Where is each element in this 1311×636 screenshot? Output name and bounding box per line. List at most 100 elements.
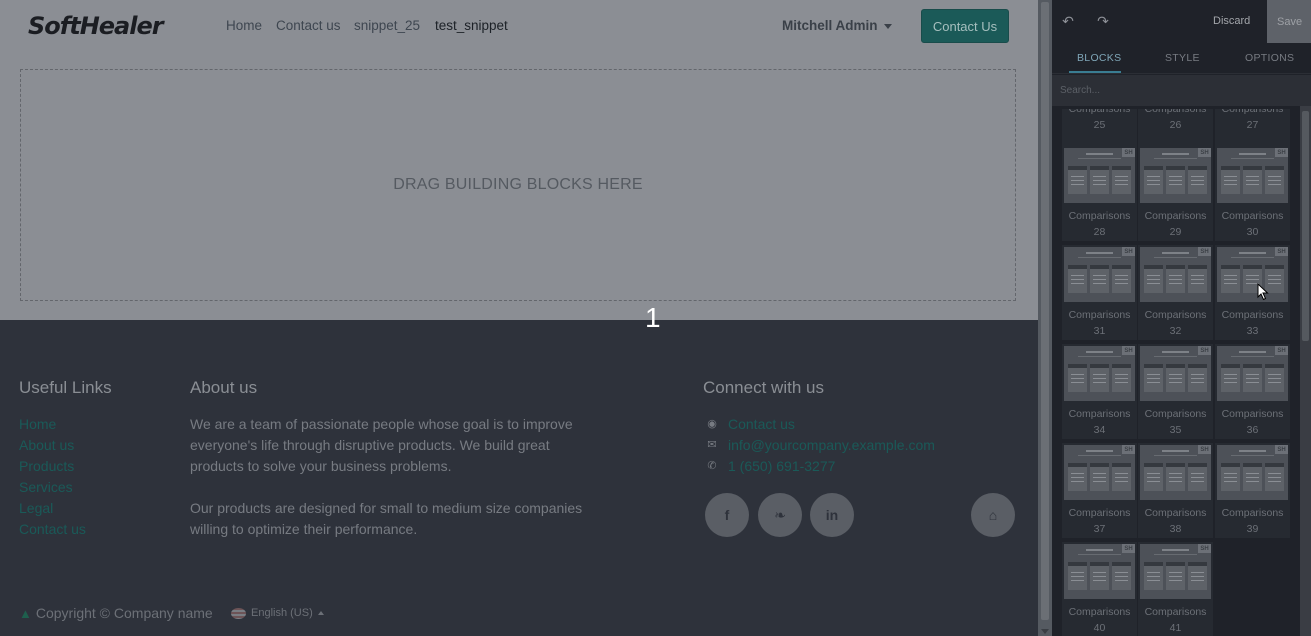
snippet-label: Comparisons 32 bbox=[1138, 307, 1213, 339]
drop-zone[interactable]: DRAG BUILDING BLOCKS HERE bbox=[20, 69, 1016, 301]
snippet-label-number: 28 bbox=[1093, 226, 1106, 238]
snippet-comparisons-29[interactable]: SH Comparisons 29 bbox=[1138, 146, 1213, 241]
nav-link-contact-us[interactable]: Contact us bbox=[276, 18, 341, 33]
undo-icon[interactable]: ↶ bbox=[1060, 13, 1076, 29]
snippet-label-number: 27 bbox=[1246, 119, 1259, 131]
snippet-badge: SH bbox=[1198, 148, 1211, 157]
snippet-comparisons-32[interactable]: SH Comparisons 32 bbox=[1138, 245, 1213, 340]
snippet-comparisons-35[interactable]: SH Comparisons 35 bbox=[1138, 344, 1213, 439]
company-logo[interactable]: SoftHealer bbox=[28, 12, 164, 40]
snippet-label: Comparisons 28 bbox=[1062, 208, 1137, 240]
connect-phone-link[interactable]: 1 (650) 691-3277 bbox=[728, 456, 835, 477]
snippet-label-number: 37 bbox=[1093, 523, 1106, 535]
nav-link-home[interactable]: Home bbox=[226, 18, 262, 33]
snippet-label: Comparisons 35 bbox=[1138, 406, 1213, 438]
snippet-badge: SH bbox=[1275, 148, 1288, 157]
footer-link-products[interactable]: Products bbox=[19, 456, 86, 477]
connect-email[interactable]: ✉ info@yourcompany.example.com bbox=[705, 435, 935, 456]
website-preview: SoftHealer Home Contact us snippet_25 te… bbox=[0, 0, 1038, 636]
editor-toolbar: ↶ ↷ Discard Save bbox=[1052, 0, 1311, 43]
snippet-label-number: 26 bbox=[1169, 119, 1182, 131]
snippet-thumbnail: SH bbox=[1140, 346, 1211, 401]
facebook-icon[interactable]: f bbox=[705, 493, 749, 537]
snippet-label-prefix: Comparisons bbox=[1221, 210, 1284, 222]
snippet-comparisons-34[interactable]: SH Comparisons 34 bbox=[1062, 344, 1137, 439]
snippet-thumbnail: SH bbox=[1064, 346, 1135, 401]
footer-link-about-us[interactable]: About us bbox=[19, 435, 86, 456]
footer-link-home[interactable]: Home bbox=[19, 414, 86, 435]
snippet-label-number: 40 bbox=[1093, 622, 1106, 634]
snippet-label-prefix: Comparisons bbox=[1068, 606, 1131, 618]
snippet-comparisons-38[interactable]: SH Comparisons 38 bbox=[1138, 443, 1213, 538]
panel-scrollbar[interactable] bbox=[1300, 106, 1311, 636]
footer-link-services[interactable]: Services bbox=[19, 477, 86, 498]
nav-link-test-snippet[interactable]: test_snippet bbox=[435, 18, 508, 33]
snippet-comparisons-30[interactable]: SH Comparisons 30 bbox=[1215, 146, 1290, 241]
snippet-label: Comparisons 41 bbox=[1138, 604, 1213, 636]
snippet-comparisons-41[interactable]: SH Comparisons 41 bbox=[1138, 542, 1213, 636]
snippet-comparisons-37[interactable]: SH Comparisons 37 bbox=[1062, 443, 1137, 538]
footer-link-contact-us[interactable]: Contact us bbox=[19, 519, 86, 540]
panel-scrollbar-thumb[interactable] bbox=[1302, 111, 1309, 341]
page-content: DRAG BUILDING BLOCKS HERE bbox=[0, 52, 1038, 320]
tab-style[interactable]: STYLE bbox=[1165, 52, 1200, 64]
footer-link-legal[interactable]: Legal bbox=[19, 498, 86, 519]
snippet-label-number: 39 bbox=[1246, 523, 1259, 535]
snippet-label-number: 30 bbox=[1246, 226, 1259, 238]
useful-links-title: Useful Links bbox=[19, 378, 112, 397]
linkedin-icon[interactable]: in bbox=[810, 493, 854, 537]
language-selector[interactable]: English (US) bbox=[231, 607, 324, 619]
snippet-label-prefix: Comparisons bbox=[1144, 606, 1207, 618]
snippet-label-prefix: Comparisons bbox=[1144, 507, 1207, 519]
twitter-icon[interactable]: ❧ bbox=[758, 493, 802, 537]
snippet-comparisons-33[interactable]: SH Comparisons 33 bbox=[1215, 245, 1290, 340]
comment-icon: ◉ bbox=[707, 418, 717, 430]
snippet-label: Comparisons 36 bbox=[1215, 406, 1290, 438]
snippet-label-number: 29 bbox=[1169, 226, 1182, 238]
snippet-label: Comparisons 30 bbox=[1215, 208, 1290, 240]
snippet-thumbnail: SH bbox=[1140, 445, 1211, 500]
snippet-thumbnail: SH bbox=[1217, 247, 1288, 302]
nav-link-snippet-25[interactable]: snippet_25 bbox=[354, 18, 420, 33]
snippet-label-number: 35 bbox=[1169, 424, 1182, 436]
discard-button[interactable]: Discard bbox=[1213, 15, 1250, 27]
contact-us-button[interactable]: Contact Us bbox=[921, 9, 1009, 43]
caret-up-icon bbox=[317, 611, 324, 615]
blocks-search-input[interactable] bbox=[1052, 75, 1311, 106]
snippet-comparisons-28[interactable]: SH Comparisons 28 bbox=[1062, 146, 1137, 241]
snippet-thumbnail: SH bbox=[1064, 445, 1135, 500]
snippet-comparisons-39[interactable]: SH Comparisons 39 bbox=[1215, 443, 1290, 538]
snippet-comparisons-40[interactable]: SH Comparisons 40 bbox=[1062, 542, 1137, 636]
connect-email-link[interactable]: info@yourcompany.example.com bbox=[728, 435, 935, 456]
us-flag-icon bbox=[231, 607, 246, 619]
tab-options[interactable]: OPTIONS bbox=[1245, 52, 1294, 64]
snippet-label-number: 41 bbox=[1169, 622, 1182, 634]
leaf-icon: ▲ bbox=[19, 605, 32, 621]
snippet-badge: SH bbox=[1122, 445, 1135, 454]
snippet-badge: SH bbox=[1198, 346, 1211, 355]
snippet-label-prefix: Comparisons bbox=[1144, 408, 1207, 420]
active-tab-indicator bbox=[1069, 71, 1121, 73]
redo-icon[interactable]: ↷ bbox=[1095, 13, 1111, 29]
snippet-label: Comparisons 31 bbox=[1062, 307, 1137, 339]
snippet-badge: SH bbox=[1122, 148, 1135, 157]
website-scrollbar-thumb[interactable] bbox=[1041, 2, 1049, 620]
home-icon[interactable]: ⌂ bbox=[971, 493, 1015, 537]
snippet-comparisons-36[interactable]: SH Comparisons 36 bbox=[1215, 344, 1290, 439]
navbar: SoftHealer Home Contact us snippet_25 te… bbox=[0, 0, 1038, 52]
snippet-label: Comparisons 38 bbox=[1138, 505, 1213, 537]
snippet-label-prefix: Comparisons bbox=[1068, 408, 1131, 420]
snippet-label-prefix: Comparisons bbox=[1068, 309, 1131, 321]
snippet-badge: SH bbox=[1122, 544, 1135, 553]
snippet-label-prefix: Comparisons bbox=[1144, 109, 1207, 115]
save-button[interactable]: Save bbox=[1267, 0, 1311, 43]
tab-blocks[interactable]: BLOCKS bbox=[1077, 52, 1121, 64]
user-menu[interactable]: Mitchell Admin bbox=[782, 18, 892, 33]
connect-contact[interactable]: ◉ Contact us bbox=[705, 414, 935, 435]
connect-phone[interactable]: ✆ 1 (650) 691-3277 bbox=[705, 456, 935, 477]
snippet-thumbnail: SH bbox=[1064, 247, 1135, 302]
scroll-down-arrow-icon[interactable] bbox=[1041, 629, 1049, 634]
connect-contact-link[interactable]: Contact us bbox=[728, 414, 795, 435]
website-scrollbar[interactable] bbox=[1038, 0, 1052, 636]
snippet-comparisons-31[interactable]: SH Comparisons 31 bbox=[1062, 245, 1137, 340]
